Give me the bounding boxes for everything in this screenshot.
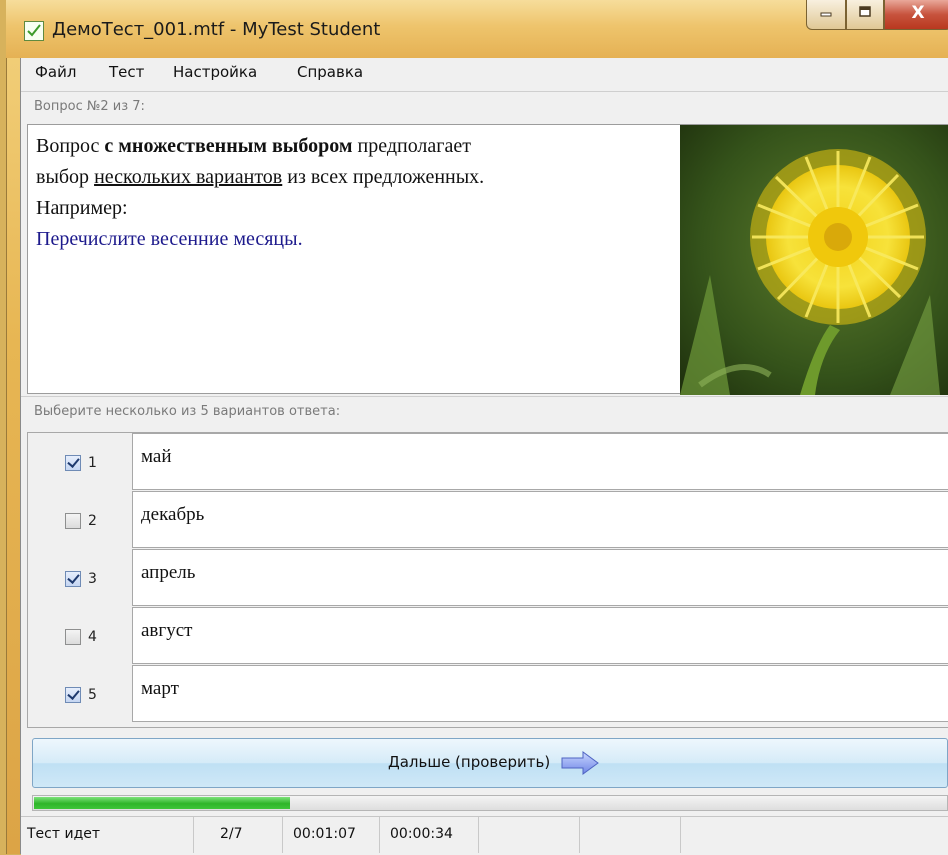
question-text-bold: с множественным выбором <box>104 135 353 157</box>
dandelion-photo <box>680 125 948 395</box>
app-client-area: Файл Тест Настройка Справка Вопрос №2 из… <box>20 58 948 855</box>
question-text-part: Вопрос <box>36 135 105 157</box>
maximize-button[interactable] <box>846 0 884 30</box>
progress-fill <box>34 797 290 809</box>
right-arrow-icon <box>561 751 599 779</box>
answer-text: декабрь <box>141 504 205 525</box>
question-area: Вопрос с множественным выбором предполаг… <box>27 124 948 395</box>
answer-number: 5 <box>88 687 97 703</box>
answer-checkbox-4[interactable] <box>65 629 81 645</box>
answer-text: август <box>141 620 193 641</box>
answer-option-5[interactable]: март <box>132 665 948 722</box>
next-check-button[interactable]: Дальше (проверить) <box>32 738 948 788</box>
answer-option-4[interactable]: август <box>132 607 948 664</box>
close-icon: X <box>911 3 925 23</box>
close-button[interactable]: X <box>884 0 948 30</box>
answer-number: 1 <box>88 455 97 471</box>
answers-header: Выберите несколько из 5 вариантов ответа… <box>21 396 948 429</box>
answer-checkbox-3[interactable] <box>65 571 81 587</box>
answer-number: 4 <box>88 629 97 645</box>
status-bar: Тест идет 2/7 00:01:07 00:00:34 <box>21 816 948 855</box>
answer-checkbox-5[interactable] <box>65 687 81 703</box>
status-counter-cell: 2/7 <box>194 817 283 853</box>
question-text: Вопрос с множественным выбором предполаг… <box>36 131 676 255</box>
answer-row: 1 май <box>28 433 948 490</box>
status-empty-cell <box>580 817 681 853</box>
minimize-button[interactable] <box>806 0 846 30</box>
answers-instruction: Выберите несколько из 5 вариантов ответа… <box>34 404 341 419</box>
window-controls: X <box>806 0 948 38</box>
answer-checkbox-2[interactable] <box>65 513 81 529</box>
answer-list: 1 май 2 декабрь 3 апрель 4 август 5 март <box>27 432 948 728</box>
minimize-icon <box>807 5 845 23</box>
test-progress-bar <box>32 795 948 811</box>
question-prompt: Перечислите весенние месяцы. <box>36 228 303 250</box>
question-text-part: Например: <box>36 197 128 219</box>
question-text-part: предполагает <box>352 135 472 157</box>
answer-text: апрель <box>141 562 196 583</box>
answer-text: май <box>141 446 172 467</box>
answer-option-3[interactable]: апрель <box>132 549 948 606</box>
answer-option-2[interactable]: декабрь <box>132 491 948 548</box>
maximize-icon <box>847 5 883 23</box>
answer-number: 2 <box>88 513 97 529</box>
question-text-part: выбор <box>36 166 95 188</box>
menu-help[interactable]: Справка <box>297 63 363 81</box>
status-state-cell: Тест идет <box>21 817 194 853</box>
question-header: Вопрос №2 из 7: <box>21 91 948 124</box>
status-state: Тест идет <box>27 826 101 842</box>
status-elapsed-cell: 00:01:07 <box>283 817 380 853</box>
answer-row: 5 март <box>28 665 948 722</box>
menu-file[interactable]: Файл <box>35 63 76 81</box>
answer-text: март <box>141 678 179 699</box>
answer-row: 2 декабрь <box>28 491 948 548</box>
question-text-underlined: нескольких вариантов <box>94 166 283 188</box>
window-title: ДемоТест_001.mtf - MyTest Student <box>52 19 381 40</box>
title-bar[interactable]: ДемоТест_001.mtf - MyTest Student X <box>6 0 948 58</box>
answer-checkbox-1[interactable] <box>65 455 81 471</box>
answer-number: 3 <box>88 571 97 587</box>
question-number-label: Вопрос №2 из 7: <box>34 99 145 114</box>
menu-test[interactable]: Тест <box>109 63 144 81</box>
menu-bar: Файл Тест Настройка Справка <box>21 58 948 89</box>
status-empty-cell <box>479 817 580 853</box>
status-counter: 2/7 <box>220 826 243 842</box>
answer-row: 3 апрель <box>28 549 948 606</box>
status-question-time: 00:00:34 <box>390 826 453 842</box>
answer-row: 4 август <box>28 607 948 664</box>
status-elapsed-time: 00:01:07 <box>293 826 356 842</box>
status-question-time-cell: 00:00:34 <box>380 817 479 853</box>
app-check-icon <box>24 21 44 41</box>
next-button-label: Дальше (проверить) <box>388 753 551 771</box>
menu-settings[interactable]: Настройка <box>173 63 257 81</box>
answer-option-1[interactable]: май <box>132 433 948 490</box>
question-text-part: из всех предложенных. <box>282 166 485 188</box>
